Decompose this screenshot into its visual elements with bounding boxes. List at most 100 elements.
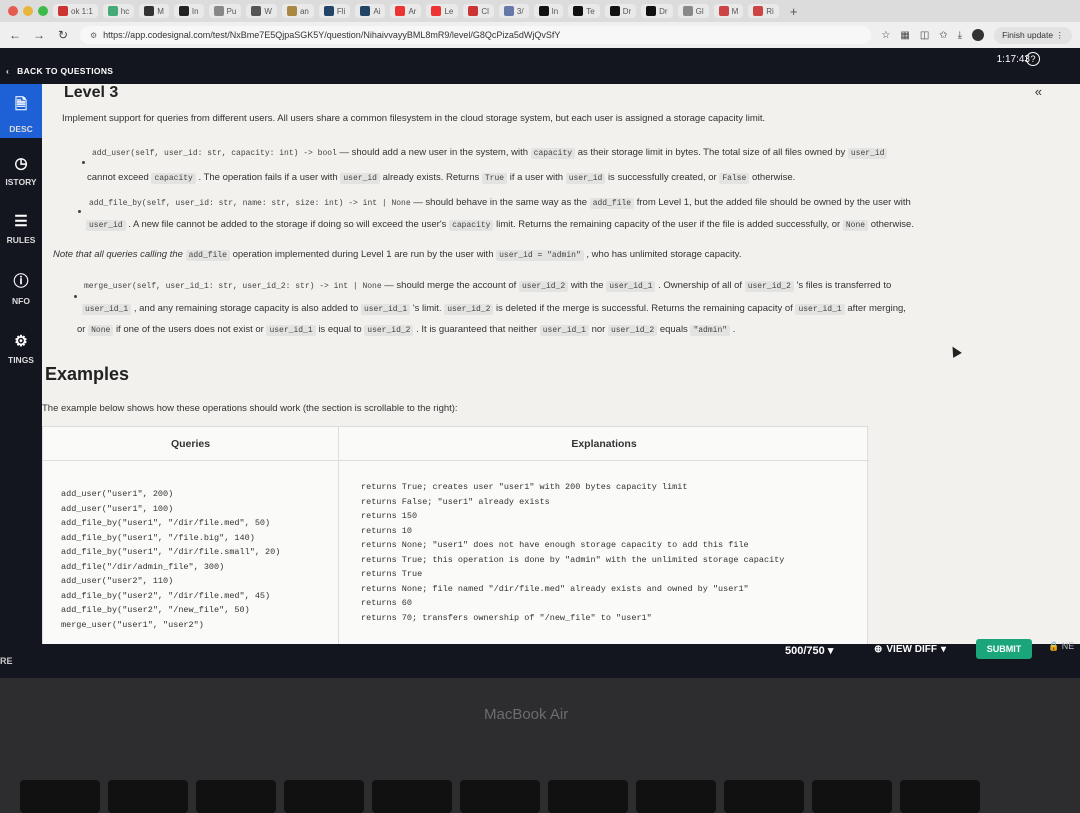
merge-user-signature: merge_user(self, user_id_1: str, user_id… — [84, 282, 382, 291]
favicon-icon — [360, 6, 371, 16]
sidebar-item-rules[interactable]: ☰ RULES — [0, 212, 42, 245]
sidebar-item-desc[interactable]: 🗎 DESC — [0, 84, 42, 138]
browser-tab[interactable]: an — [281, 4, 314, 18]
diff-icon: ⊕ — [874, 644, 883, 655]
browser-tab[interactable]: Te — [568, 4, 600, 18]
browser-tab[interactable]: M — [713, 4, 744, 18]
list-icon: ☰ — [14, 213, 28, 230]
browser-tab[interactable]: Cl — [463, 4, 494, 18]
add-file-by-signature: add_file_by(self, user_id: str, name: st… — [89, 199, 411, 208]
bullet — [74, 295, 77, 298]
browser-tab[interactable]: Dr — [604, 4, 637, 18]
query-row: add_file_by("user1", "/dir/file.med", 50… — [61, 518, 271, 528]
download-icon[interactable]: ⤓ — [958, 30, 962, 41]
intro-text: Implement support for queries from diffe… — [62, 113, 766, 124]
browser-tab[interactable]: In — [533, 4, 564, 18]
keyboard-row — [0, 780, 1080, 813]
key — [108, 780, 188, 813]
collapse-panel-icon[interactable]: « — [1035, 84, 1042, 99]
help-icon[interactable]: ? — [1026, 52, 1040, 66]
browser-tab[interactable]: Pu — [208, 4, 242, 18]
profile-avatar[interactable] — [972, 29, 985, 41]
favicon-icon — [58, 6, 68, 16]
sidebar-item-info[interactable]: ⓘ NFO — [0, 270, 42, 306]
browser-tab[interactable]: Dr — [641, 4, 673, 18]
next-button[interactable]: 🔒 NE — [1048, 641, 1074, 652]
close-window-dot[interactable] — [8, 6, 18, 16]
browser-tab[interactable]: 3/ — [498, 4, 529, 18]
view-diff-button[interactable]: ⊕ VIEW DIFF ▾ — [874, 644, 946, 655]
favicon-icon — [395, 6, 406, 16]
favicon-icon — [323, 6, 334, 16]
bookmark-star-icon[interactable]: ☆ — [881, 30, 890, 41]
tab-label: 3/ — [516, 6, 524, 16]
key — [900, 780, 980, 813]
address-bar[interactable]: ⚙ https://app.codesignal.com/test/NxBme7… — [80, 26, 872, 44]
tab-label: Ri — [766, 6, 774, 16]
footer-left-label: RE — [0, 656, 13, 666]
query-row: add_user("user2", 110) — [61, 576, 174, 586]
tab-label: Gl — [695, 6, 704, 16]
qr-icon[interactable]: ▦ — [900, 30, 909, 41]
favicon-icon — [682, 6, 693, 16]
laptop-bezel: MacBook Air — [0, 678, 1080, 813]
new-tab-icon[interactable]: + — [790, 4, 798, 19]
maximize-window-dot[interactable] — [38, 6, 48, 16]
key — [548, 780, 628, 813]
browser-tab-bar: ok 1:1 hc M In Pu Wan Fli Ai Ar Le Cl 3/In Te Dr Dr Gl M… — [0, 0, 1080, 22]
explanation-row: returns True — [361, 569, 423, 579]
site-settings-icon[interactable]: ⚙ — [90, 31, 97, 40]
tab-label: Dr — [659, 6, 668, 16]
browser-tab[interactable]: hc — [102, 4, 135, 18]
gear-icon: ⚙ — [14, 333, 28, 350]
examples-table[interactable]: Queries Explanations add_user("user1", 2… — [42, 426, 869, 644]
query-row: add_file("/dir/admin_file", 300) — [61, 561, 225, 572]
chevron-left-icon: ‹ — [6, 66, 10, 76]
browser-tab[interactable]: M — [139, 4, 169, 18]
query-row: add_user("user1", 200) — [61, 489, 174, 499]
explanation-row: returns 60 — [361, 598, 413, 608]
tab-label: Ar — [408, 6, 417, 16]
explanation-row: returns 150 — [361, 511, 418, 521]
explanation-row: returns True; this operation is done by … — [361, 554, 785, 565]
sidebar-item-history[interactable]: ◷ ISTORY — [0, 154, 42, 187]
browser-tab[interactable]: W — [246, 4, 277, 18]
tab-label: Cl — [481, 6, 489, 16]
browser-tab[interactable]: Le — [426, 4, 459, 18]
favicon-icon — [286, 6, 297, 16]
tab-label: Ai — [373, 6, 381, 16]
note-line: Note that all queries calling the add_fi… — [53, 249, 742, 261]
minimize-window-dot[interactable] — [23, 6, 33, 16]
extensions-icon[interactable]: ◫ — [920, 30, 929, 41]
bullet — [78, 210, 81, 213]
reload-icon[interactable]: ↻ — [56, 28, 70, 42]
favorites-icon[interactable]: ✩ — [939, 30, 947, 41]
tab-label: Dr — [622, 6, 632, 16]
document-icon: 🗎 — [14, 96, 28, 113]
browser-tab[interactable]: Gl — [677, 4, 709, 18]
favicon-icon — [213, 6, 224, 16]
line-count-dropdown[interactable]: 500/750 ▾ — [785, 644, 833, 657]
back-arrow-icon[interactable]: ← — [8, 28, 22, 42]
forward-arrow-icon[interactable]: → — [32, 28, 46, 42]
app-header: ‹ BACK TO QUESTIONS 1:17:43 ? — [0, 48, 1080, 84]
submit-button[interactable]: SUBMIT — [976, 639, 1032, 659]
sidebar-item-settings[interactable]: ⚙ TINGS — [0, 332, 42, 365]
favicon-icon — [107, 6, 118, 16]
description-panel: « Level 3 Implement support for queries … — [42, 84, 1080, 644]
favicon-icon — [718, 6, 729, 16]
browser-tab[interactable]: In — [173, 4, 204, 18]
clock-icon: ◷ — [14, 155, 28, 172]
add-file-by-line-1: add_file_by(self, user_id: str, name: st… — [89, 197, 911, 209]
mouse-cursor-icon — [948, 344, 962, 358]
favicon-icon — [503, 6, 514, 16]
browser-tab[interactable]: Fli — [318, 4, 351, 18]
key — [812, 780, 892, 813]
browser-tab[interactable]: Ai — [355, 4, 386, 18]
browser-tab[interactable]: ok 1:1 — [53, 4, 98, 18]
browser-tab[interactable]: Ar — [390, 4, 422, 18]
finish-update-button[interactable]: Finish update ⋮ — [994, 26, 1072, 44]
browser-tab[interactable]: Ri — [748, 4, 779, 18]
back-to-questions-link[interactable]: ‹ BACK TO QUESTIONS — [6, 66, 113, 76]
tab-label: In — [551, 6, 559, 16]
